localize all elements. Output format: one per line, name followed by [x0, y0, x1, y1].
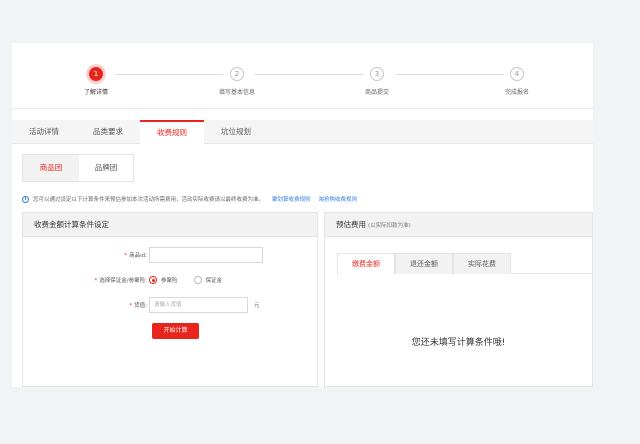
price-row: * 货值: 请输入货值 元	[63, 297, 260, 313]
start-calc-button[interactable]: 开始计算	[152, 323, 199, 339]
price-input[interactable]: 请输入货值	[149, 297, 248, 313]
calc-panel-title: 收费金额计算条件设定	[23, 213, 317, 237]
taoqianggou-fee-rules-link[interactable]: 淘抢购收费规则	[319, 195, 358, 203]
step-2-number: 2	[230, 67, 244, 81]
step-2: 2 填写基本信息	[192, 67, 282, 96]
deposit-label: * 选择保证金/参聚险:	[94, 278, 147, 284]
main-tab-bar: 活动详情 品类要求 收费规则 坑位规划	[12, 120, 593, 145]
tab-product-group[interactable]: 商品团	[23, 155, 79, 181]
price-unit: 元	[254, 303, 260, 309]
info-text: 您可以通过设定以下计算条件来预估参加本次活动所需费用，活动实际收费请以最终收费为…	[33, 197, 265, 203]
product-id-label: * 商品id:	[124, 253, 147, 259]
tab-activity-details[interactable]: 活动详情	[12, 120, 76, 144]
insurance-radio-label[interactable]: 参聚险	[161, 276, 178, 284]
step-4: 4 完成报名	[472, 67, 562, 96]
deposit-radio-group: 参聚险 保证金	[149, 276, 238, 284]
deposit-radio-label[interactable]: 保证金	[206, 276, 223, 284]
estimate-panel-title: 预估费用 (以实际扣款为准)	[325, 213, 592, 237]
sub-tab-bar: 商品团 品牌团	[22, 154, 134, 182]
step-3: 3 商品提交	[332, 67, 422, 96]
estimate-panel: 预估费用 (以实际扣款为准) 缴费金额 退还金额 实际花费 您还未填写计算条件哦!	[324, 212, 593, 387]
tab-slot-planning[interactable]: 坑位规划	[204, 120, 268, 144]
tab-payment-amount[interactable]: 缴费金额	[337, 253, 395, 275]
step-1: 1 了解详情	[51, 67, 141, 96]
deposit-radio[interactable]	[193, 276, 202, 284]
deposit-row: * 选择保证金/参聚险: 参聚险 保证金	[63, 272, 238, 288]
step-3-number: 3	[370, 67, 384, 81]
info-icon: i	[22, 195, 29, 203]
step-3-label: 商品提交	[364, 89, 389, 96]
main-card: 1 了解详情 2 填写基本信息 3 商品提交 4 完成报名 活动详情 品类要求 …	[12, 43, 593, 387]
step-4-number: 4	[510, 67, 524, 81]
juhuasuan-fee-rules-link[interactable]: 聚划算收费规则	[272, 195, 311, 203]
tab-refund-amount[interactable]: 退还金额	[395, 253, 453, 274]
product-id-input[interactable]	[149, 247, 263, 263]
step-1-number: 1	[89, 67, 103, 81]
empty-message: 您还未填写计算条件哦!	[411, 338, 506, 348]
estimate-tab-bar: 缴费金额 退还金额 实际花费	[337, 253, 593, 275]
tab-brand-group[interactable]: 品牌团	[79, 155, 133, 181]
tab-category-requirements[interactable]: 品类要求	[76, 120, 140, 144]
step-2-label: 填写基本信息	[218, 89, 255, 96]
product-id-row: * 商品id:	[63, 247, 263, 263]
info-notice: i 您可以通过设定以下计算条件来预估参加本次活动所需费用，活动实际收费请以最终收…	[22, 193, 357, 205]
insurance-radio[interactable]	[149, 276, 157, 284]
tab-actual-cost[interactable]: 实际花费	[453, 253, 511, 274]
step-4-label: 完成报名	[504, 89, 529, 96]
price-label: * 货值:	[129, 303, 147, 309]
step-1-label: 了解详情	[83, 89, 108, 96]
tab-fee-rules[interactable]: 收费规则	[140, 120, 204, 145]
calc-panel: 收费金额计算条件设定 * 商品id: * 选择保证金/参聚险: 参聚险 保证金 * 货…	[22, 212, 318, 387]
progress-steps: 1 了解详情 2 填写基本信息 3 商品提交 4 完成报名	[12, 43, 593, 109]
